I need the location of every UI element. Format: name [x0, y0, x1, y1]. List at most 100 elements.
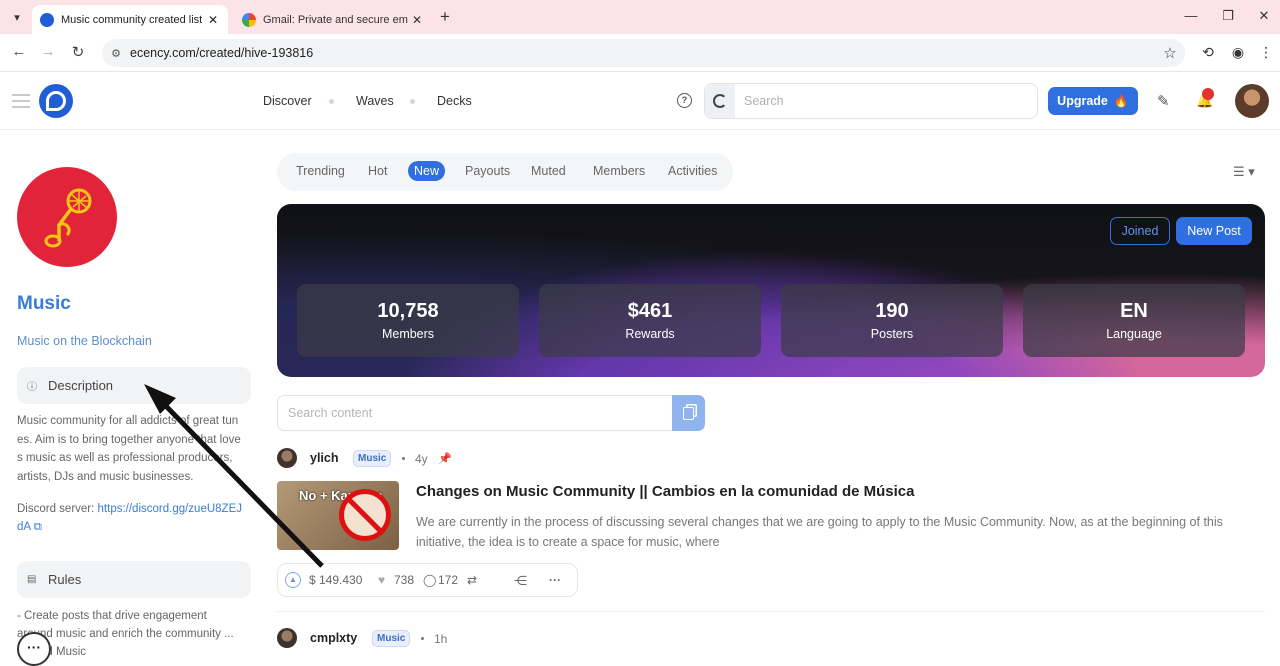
joined-button[interactable]: Joined	[1110, 217, 1170, 245]
author-name[interactable]: ylich	[310, 451, 339, 465]
search-input[interactable]	[735, 84, 1037, 118]
upgrade-button[interactable]: Upgrade 🔥	[1048, 87, 1138, 115]
external-link-icon: ⧉	[33, 521, 42, 533]
info-icon: ⓘ	[27, 382, 37, 393]
tab-close-icon[interactable]: ✕	[204, 13, 222, 27]
user-avatar[interactable]	[1235, 84, 1269, 118]
meta-separator-dot	[402, 457, 405, 460]
pin-icon: 📌	[438, 453, 452, 465]
forward-arrow-icon[interactable]: →	[38, 43, 58, 60]
stat-label: Members	[381, 327, 435, 341]
reblog-icon[interactable]: ⇄	[467, 573, 477, 587]
author-avatar[interactable]	[277, 628, 297, 648]
extension-icon[interactable]: ⟲	[1198, 44, 1218, 61]
feed-tabs: Trending Hot New Payouts Muted Members A…	[277, 153, 733, 191]
ecency-favicon-icon	[40, 12, 54, 27]
upgrade-label: Upgrade	[1057, 94, 1108, 108]
url-text: ecency.com/created/hive-193816	[130, 46, 314, 60]
content-search-input[interactable]	[277, 395, 672, 431]
payout-value[interactable]: $ 149.430	[309, 573, 362, 587]
upvote-chevron-icon[interactable]: ▲	[285, 572, 301, 588]
post-title[interactable]: Changes on Music Community || Cambios en…	[416, 483, 914, 500]
rules-title: Rules	[48, 572, 82, 587]
microphone-note-icon	[44, 188, 92, 248]
site-info-icon[interactable]: ⚙	[102, 47, 130, 60]
ecency-logo-icon[interactable]	[39, 84, 73, 118]
stat-posters: 190 Posters	[781, 284, 1003, 357]
help-icon[interactable]: ?	[677, 93, 692, 108]
stat-value: EN	[1120, 300, 1148, 322]
bookmark-star-icon[interactable]: ☆	[1155, 44, 1185, 62]
browser-tab-gmail[interactable]: Gmail: Private and secure email ✕	[236, 5, 432, 34]
author-name[interactable]: cmplxty	[310, 631, 357, 645]
nav-decks[interactable]: Decks	[437, 94, 472, 108]
discord-label: Discord server:	[17, 503, 98, 515]
list-view-toggle-icon[interactable]: ☰ ▾	[1233, 164, 1255, 180]
tab-activities[interactable]: Activities	[668, 164, 717, 178]
stat-value: 190	[875, 300, 909, 322]
browser-toolbar: ← → ↻ ⚙ ecency.com/created/hive-193816 ☆…	[0, 34, 1280, 72]
discord-info: Discord server: https://discord.gg/zueU8…	[17, 500, 243, 536]
tab-trending[interactable]: Trending	[296, 164, 345, 178]
stat-label: Language	[1106, 327, 1162, 341]
nav-separator-dot	[410, 99, 415, 104]
new-post-button[interactable]: New Post	[1176, 217, 1252, 245]
community-avatar	[17, 167, 117, 267]
meta-separator-dot	[421, 637, 424, 640]
site-search	[704, 83, 1038, 119]
tab-title: Gmail: Private and secure email	[263, 13, 408, 26]
browser-tab-active[interactable]: Music community created list ✕	[32, 5, 228, 34]
stat-value: $461	[627, 300, 673, 322]
flame-icon: 🔥	[1113, 94, 1129, 108]
nav-separator-dot	[329, 99, 334, 104]
floating-more-icon[interactable]: ···	[17, 632, 51, 666]
tab-hot[interactable]: Hot	[368, 164, 387, 178]
category-badge[interactable]: Music	[353, 450, 392, 467]
tab-members[interactable]: Members	[593, 164, 645, 178]
google-favicon-icon	[242, 12, 256, 27]
copy-icon[interactable]	[672, 395, 705, 431]
more-options-icon[interactable]: ···	[549, 573, 561, 587]
community-banner: Joined New Post 10,758 Members $461 Rewa…	[277, 204, 1265, 377]
hamburger-menu-icon[interactable]	[12, 94, 30, 108]
stat-rewards: $461 Rewards	[539, 284, 761, 357]
maximize-icon[interactable]: ❐	[1218, 8, 1238, 24]
minimize-icon[interactable]: —	[1181, 8, 1201, 23]
category-badge[interactable]: Music	[372, 630, 411, 647]
author-avatar[interactable]	[277, 448, 297, 468]
votes-count[interactable]: 738	[394, 573, 414, 587]
back-arrow-icon[interactable]: ←	[9, 43, 29, 60]
window-close-icon[interactable]: ✕	[1254, 8, 1274, 24]
browser-menu-icon[interactable]: ⋮	[1256, 44, 1276, 61]
search-loading-icon	[705, 84, 735, 118]
tab-title: Music community created list	[61, 13, 203, 26]
notification-badge	[1202, 88, 1214, 100]
rules-header: ▤ Rules	[17, 561, 251, 598]
share-icon[interactable]: ⋲	[514, 573, 527, 589]
rules-text: - Create posts that drive engagement aro…	[17, 610, 234, 658]
post-excerpt[interactable]: We are currently in the process of discu…	[416, 512, 1264, 552]
reload-icon[interactable]: ↻	[68, 43, 88, 61]
comment-icon: ◯	[423, 573, 437, 587]
community-tagline: Music on the Blockchain	[17, 334, 152, 348]
post-actions-bar: ▲ $ 149.430 ♥ 738 ◯ 172 ⇄ ⋲ ···	[277, 563, 578, 597]
new-tab-button[interactable]: +	[436, 8, 454, 26]
tab-close-icon[interactable]: ✕	[408, 13, 426, 27]
write-pen-icon[interactable]: ✎	[1157, 92, 1170, 110]
tab-search-chevron-icon[interactable]: ▾	[8, 8, 26, 26]
nav-discover[interactable]: Discover	[263, 94, 312, 108]
heart-icon: ♥	[378, 573, 386, 587]
profile-icon[interactable]: ◉	[1228, 44, 1248, 61]
stat-language: EN Language	[1023, 284, 1245, 357]
address-bar[interactable]: ⚙ ecency.com/created/hive-193816 ☆	[102, 39, 1185, 67]
description-text: Music community for all addicts of great…	[17, 415, 241, 483]
post-thumbnail[interactable]: No + Karaoke	[277, 481, 399, 550]
tab-new[interactable]: New	[408, 161, 446, 181]
stat-value: 10,758	[377, 300, 439, 322]
comments-count[interactable]: 172	[438, 573, 458, 587]
tab-payouts[interactable]: Payouts	[465, 164, 510, 178]
nav-waves[interactable]: Waves	[356, 94, 394, 108]
stat-members: 10,758 Members	[297, 284, 519, 357]
tab-muted[interactable]: Muted	[531, 164, 566, 178]
prohibited-icon	[339, 489, 391, 541]
